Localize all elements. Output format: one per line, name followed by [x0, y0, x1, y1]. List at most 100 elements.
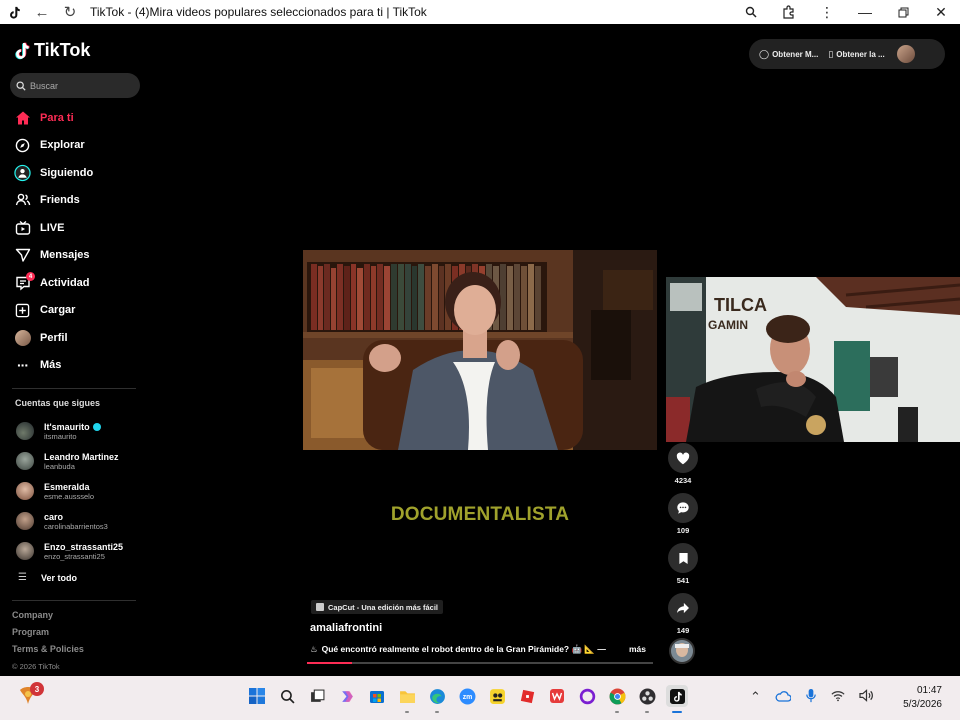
more-link[interactable]: más	[629, 644, 646, 654]
running-indicator	[672, 711, 682, 713]
nav-label: Actividad	[40, 276, 90, 289]
game-app-icon[interactable]	[486, 685, 508, 707]
start-icon[interactable]	[246, 685, 268, 707]
microphone-icon[interactable]	[805, 688, 817, 706]
footer-link-terms[interactable]: Terms & Policies	[12, 644, 84, 661]
nav-label: Más	[40, 359, 62, 372]
profile-avatar	[14, 329, 31, 346]
nav-label: Siguiendo	[40, 166, 94, 179]
extensions-icon[interactable]	[770, 0, 808, 24]
comment-icon	[668, 493, 698, 523]
account-handle: enzo_strassanti25	[44, 551, 105, 561]
onedrive-icon[interactable]	[775, 690, 792, 705]
capcut-icon	[316, 603, 324, 611]
restore-button[interactable]	[884, 0, 922, 24]
svg-text:zm: zm	[462, 694, 472, 701]
main-nav: Para ti Explorar Siguiendo Friends LIVE	[0, 104, 152, 379]
nav-for-you[interactable]: Para ti	[0, 104, 152, 132]
nav-activity[interactable]: 4 Actividad	[0, 269, 152, 297]
search-icon[interactable]	[276, 685, 298, 707]
file-explorer-icon[interactable]	[396, 685, 418, 713]
see-all-label: Ver todo	[40, 572, 77, 583]
tiktok-logo[interactable]: TikTok	[14, 40, 90, 61]
get-coins-button[interactable]: ◯ Obtener M...	[759, 49, 818, 60]
roblox-icon[interactable]	[516, 685, 538, 707]
nav-label: Para ti	[40, 111, 74, 124]
back-button[interactable]: ←	[28, 0, 56, 24]
following-account[interactable]: Enzo_strassanti25 enzo_strassanti25	[0, 536, 152, 566]
nav-profile[interactable]: Perfil	[0, 324, 152, 352]
account-name: Enzo_strassanti25	[44, 541, 124, 552]
store-icon[interactable]	[366, 685, 388, 707]
nav-messages[interactable]: Mensajes	[0, 242, 152, 270]
volume-icon[interactable]	[859, 689, 874, 705]
video-author[interactable]: amaliafrontini	[310, 622, 382, 634]
comment-button[interactable]: 109	[667, 493, 699, 535]
chevron-up-icon[interactable]: ⌃	[750, 689, 761, 705]
nav-label: Cargar	[40, 304, 76, 317]
minimize-button[interactable]: —	[846, 0, 884, 24]
upload-icon	[14, 302, 31, 319]
avatar	[16, 422, 34, 440]
footer-link-company[interactable]: Company	[12, 610, 84, 627]
like-count: 4234	[674, 476, 692, 485]
windows-taskbar: 3 zm ⌃ 01:47 5/3/2026	[0, 676, 960, 720]
activity-badge: 4	[26, 272, 35, 281]
obs-icon[interactable]	[636, 685, 658, 713]
side-video[interactable]: TILCA GAMIN	[666, 277, 960, 442]
search-input[interactable]	[30, 80, 130, 91]
user-avatar[interactable]	[896, 45, 915, 63]
following-account[interactable]: Leandro Martinez leanbuda	[0, 446, 152, 476]
circle-app-icon[interactable]	[576, 685, 598, 707]
running-indicator	[405, 711, 409, 713]
account-name: Esmeralda	[44, 481, 90, 492]
system-tray: ⌃	[750, 688, 888, 706]
nav-label: Friends	[40, 194, 80, 207]
copilot-icon[interactable]	[336, 685, 358, 707]
video-player[interactable]: DOCUMENTALISTA CapCut - Una edición más …	[303, 250, 657, 665]
wps-icon[interactable]	[546, 685, 568, 707]
following-account[interactable]: Esmeralda esme.aussselo	[0, 476, 152, 506]
following-account[interactable]: caro carolinabarrientos3	[0, 506, 152, 536]
top-right-actions: ◯ Obtener M... ▯ Obtener la ...	[749, 39, 945, 69]
save-button[interactable]: 541	[667, 543, 699, 585]
close-button[interactable]: ✕	[922, 0, 960, 24]
divider	[12, 600, 136, 601]
nav-live[interactable]: LIVE	[0, 214, 152, 242]
zoom-app-icon[interactable]: zm	[456, 685, 478, 707]
see-all-link[interactable]: ☰ Ver todo	[18, 572, 77, 583]
save-count: 541	[676, 576, 690, 585]
capcut-tag[interactable]: CapCut - Una edición más fácil	[311, 600, 444, 614]
widgets-button[interactable]: 3	[16, 682, 44, 712]
list-icon: ☰	[18, 572, 27, 583]
svg-text:GAMIN: GAMIN	[708, 318, 748, 332]
reload-button[interactable]: ↻	[56, 0, 84, 24]
video-frame[interactable]	[303, 250, 657, 450]
nav-upload[interactable]: Cargar	[0, 297, 152, 325]
share-button[interactable]: 149	[667, 593, 699, 635]
running-indicator	[435, 711, 439, 713]
search-box[interactable]	[10, 73, 140, 98]
menu-icon[interactable]: ⋮	[808, 0, 846, 24]
task-view-icon[interactable]	[306, 685, 328, 707]
get-app-label: Obtener la ...	[836, 49, 885, 59]
zoom-icon[interactable]	[732, 0, 770, 24]
footer-links: Company Program Terms & Policies © 2026 …	[12, 610, 84, 671]
tiktok-taskbar-icon[interactable]	[666, 685, 688, 713]
video-still	[303, 250, 657, 450]
chrome-icon[interactable]	[606, 685, 628, 713]
following-account[interactable]: It'smaurito itsmaurito	[0, 416, 152, 446]
get-app-button[interactable]: ▯ Obtener la ...	[828, 49, 884, 60]
nav-friends[interactable]: Friends	[0, 187, 152, 215]
like-button[interactable]: 4234	[667, 443, 699, 485]
video-progress[interactable]	[307, 662, 653, 664]
nav-more[interactable]: ··· Más	[0, 352, 152, 380]
clock[interactable]: 01:47 5/3/2026	[888, 684, 942, 712]
wifi-icon[interactable]	[831, 690, 845, 705]
nav-explore[interactable]: Explorar	[0, 132, 152, 160]
nav-following[interactable]: Siguiendo	[0, 159, 152, 187]
edge-icon[interactable]	[426, 685, 448, 713]
running-indicator	[615, 711, 619, 713]
music-disc-avatar[interactable]	[669, 638, 695, 664]
footer-link-program[interactable]: Program	[12, 627, 84, 644]
